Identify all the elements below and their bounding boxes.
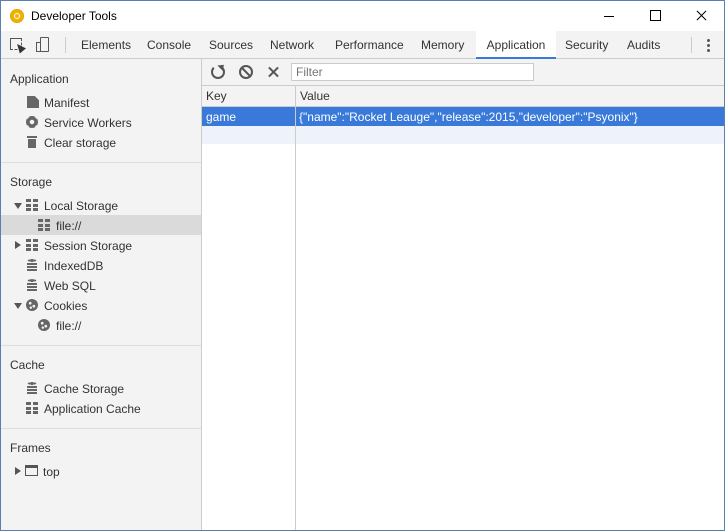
devtools-tab-bar: Elements Console Sources Network Perform… [1,31,724,59]
sidebar-item-label: IndexedDB [44,259,104,273]
sidebar-item-local-file[interactable]: file:// [1,215,201,235]
sidebar-item-cookies[interactable]: Cookies [1,295,201,315]
sidebar-item-indexeddb[interactable]: IndexedDB [1,255,201,275]
delete-selected-icon[interactable] [267,65,281,79]
cookie-icon [26,299,38,311]
sidebar-item-web-sql[interactable]: Web SQL [1,275,201,295]
devtools-window: Developer Tools Elements Console Sources… [0,0,725,531]
sidebar-item-cache-storage[interactable]: Cache Storage [1,378,201,398]
toolbar-divider [65,37,66,53]
sidebar-item-cookies-file[interactable]: file:// [1,315,201,335]
grid-icon [26,239,38,251]
device-toolbar-icon[interactable] [35,37,51,53]
section-divider [1,428,201,429]
sidebar-item-label: Local Storage [44,199,119,213]
sidebar-item-label: Manifest [44,96,90,110]
title-bar: Developer Tools [1,1,724,31]
sidebar-item-label: top [43,465,60,479]
expand-triangle-icon[interactable] [14,303,22,309]
tab-application[interactable]: Application [476,31,556,59]
clear-all-icon[interactable] [239,65,253,79]
storage-toolbar [202,59,724,86]
collapse-triangle-icon[interactable] [15,467,21,475]
trash-icon [26,136,38,148]
sidebar-item-label: Clear storage [44,136,117,150]
filter-input[interactable] [291,63,534,81]
tab-performance[interactable]: Performance [335,31,404,58]
window-title: Developer Tools [31,9,117,23]
section-title-storage: Storage [10,175,53,189]
sidebar-item-local-storage[interactable]: Local Storage [1,195,201,215]
section-divider [1,345,201,346]
more-options-icon[interactable] [707,39,711,53]
storage-main-panel: Key Value game {"name":"Rocket Leauge","… [202,59,724,530]
tab-network[interactable]: Network [270,31,314,58]
tab-security[interactable]: Security [565,31,608,58]
section-title-cache: Cache [10,358,45,372]
sidebar-item-manifest[interactable]: Manifest [1,92,201,112]
tab-console[interactable]: Console [147,31,191,58]
collapse-triangle-icon[interactable] [15,241,21,249]
cookie-icon [38,319,50,331]
sidebar-item-label: Service Workers [44,116,132,130]
tab-audits[interactable]: Audits [627,31,660,58]
application-sidebar: Application Manifest Service Workers Cle… [1,59,202,530]
grid-icon [26,199,38,211]
section-title-frames: Frames [10,441,51,455]
database-icon [26,279,38,291]
chrome-canary-icon [10,9,24,23]
expand-triangle-icon[interactable] [14,203,22,209]
sidebar-item-service-workers[interactable]: Service Workers [1,112,201,132]
document-icon [27,96,39,108]
sidebar-item-label: Web SQL [44,279,96,293]
column-header-key[interactable]: Key [206,89,227,103]
sidebar-item-label: Application Cache [44,402,141,416]
tab-sources[interactable]: Sources [209,31,253,58]
sidebar-item-application-cache[interactable]: Application Cache [1,398,201,418]
minimize-button[interactable] [586,1,632,31]
grid-icon [26,402,38,414]
tab-elements[interactable]: Elements [81,31,131,58]
database-icon [26,259,38,271]
section-title-application: Application [10,72,69,86]
table-row-empty[interactable] [202,126,724,144]
refresh-icon[interactable] [211,65,225,79]
table-header: Key Value [202,86,724,107]
cell-key[interactable]: game [206,110,236,124]
sidebar-item-label: Session Storage [44,239,133,253]
cell-value[interactable]: {"name":"Rocket Leauge","release":2015,"… [299,110,638,124]
storage-table: Key Value game {"name":"Rocket Leauge","… [202,86,724,530]
grid-icon [38,219,50,231]
sidebar-item-session-storage[interactable]: Session Storage [1,235,201,255]
tab-memory[interactable]: Memory [421,31,464,58]
sidebar-item-label: file:// [56,219,82,233]
section-divider [1,162,201,163]
database-icon [26,382,38,394]
frame-icon [25,465,38,476]
toolbar-divider [691,37,692,53]
sidebar-item-label: Cookies [44,299,88,313]
inspect-element-icon[interactable] [9,37,26,54]
sidebar-item-frame-top[interactable]: top [1,461,201,481]
maximize-button[interactable] [632,1,678,31]
table-row[interactable]: game {"name":"Rocket Leauge","release":2… [202,107,724,126]
sidebar-item-clear-storage[interactable]: Clear storage [1,132,201,152]
sidebar-item-label: Cache Storage [44,382,125,396]
gear-icon [26,116,38,128]
close-button[interactable] [678,1,724,31]
column-divider[interactable] [295,86,296,530]
column-header-value[interactable]: Value [300,89,330,103]
sidebar-item-label: file:// [56,319,82,333]
